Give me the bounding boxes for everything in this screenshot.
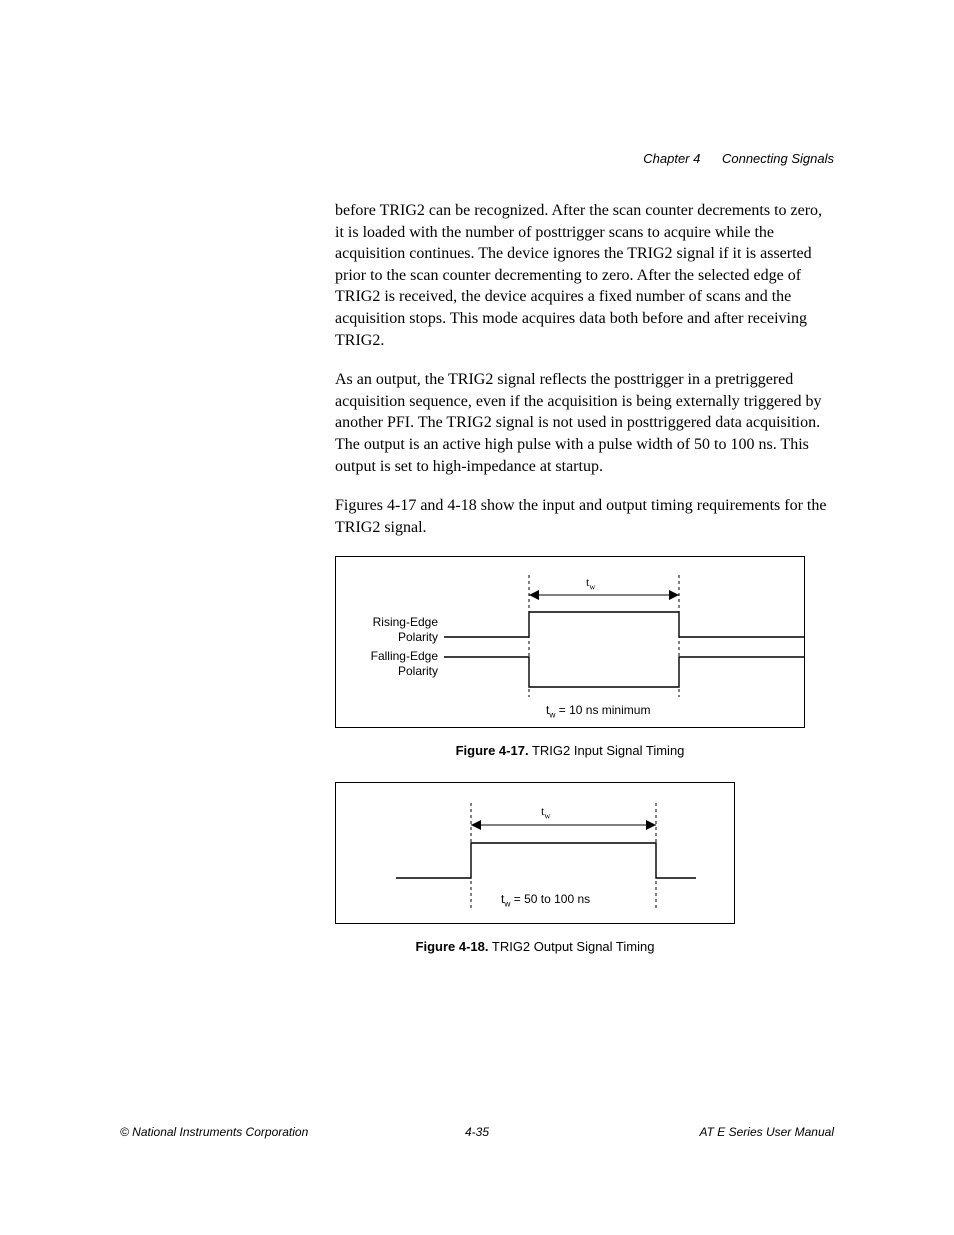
- running-header: Chapter 4 Connecting Signals: [643, 150, 834, 168]
- paragraph-3: Figures 4-17 and 4-18 show the input and…: [335, 495, 834, 538]
- label-rising-edge: Rising-Edge Polarity: [346, 615, 438, 644]
- figure-4-18-diagram: tw tw = 50 to 100 ns: [335, 782, 735, 924]
- label-falling-edge: Falling-Edge Polarity: [346, 649, 438, 678]
- header-section: Connecting Signals: [722, 151, 834, 166]
- header-chapter: Chapter 4: [643, 151, 700, 166]
- body-text: before TRIG2 can be recognized. After th…: [335, 200, 834, 538]
- footer-page-number: 4-35: [120, 1124, 834, 1140]
- figure-4-18-title: TRIG2 Output Signal Timing: [489, 939, 655, 954]
- figure-4-17-number: Figure 4-17.: [456, 743, 529, 758]
- figure-4-17: Rising-Edge Polarity Falling-Edge Polari…: [335, 556, 805, 760]
- timing-svg-18: [336, 783, 736, 923]
- figure-4-17-diagram: Rising-Edge Polarity Falling-Edge Polari…: [335, 556, 805, 728]
- timing-svg-17: [444, 557, 804, 727]
- page-footer: © National Instruments Corporation 4-35 …: [120, 1124, 834, 1140]
- figure-4-18-caption: Figure 4-18. TRIG2 Output Signal Timing: [335, 938, 735, 956]
- figure-4-17-title: TRIG2 Input Signal Timing: [529, 743, 685, 758]
- figure-4-18: tw tw = 50 to 100 ns Figure 4-18. TRIG2 …: [335, 782, 735, 956]
- figure-4-18-number: Figure 4-18.: [416, 939, 489, 954]
- paragraph-2: As an output, the TRIG2 signal reflects …: [335, 369, 834, 477]
- figure-4-17-caption: Figure 4-17. TRIG2 Input Signal Timing: [335, 742, 805, 760]
- paragraph-1: before TRIG2 can be recognized. After th…: [335, 200, 834, 351]
